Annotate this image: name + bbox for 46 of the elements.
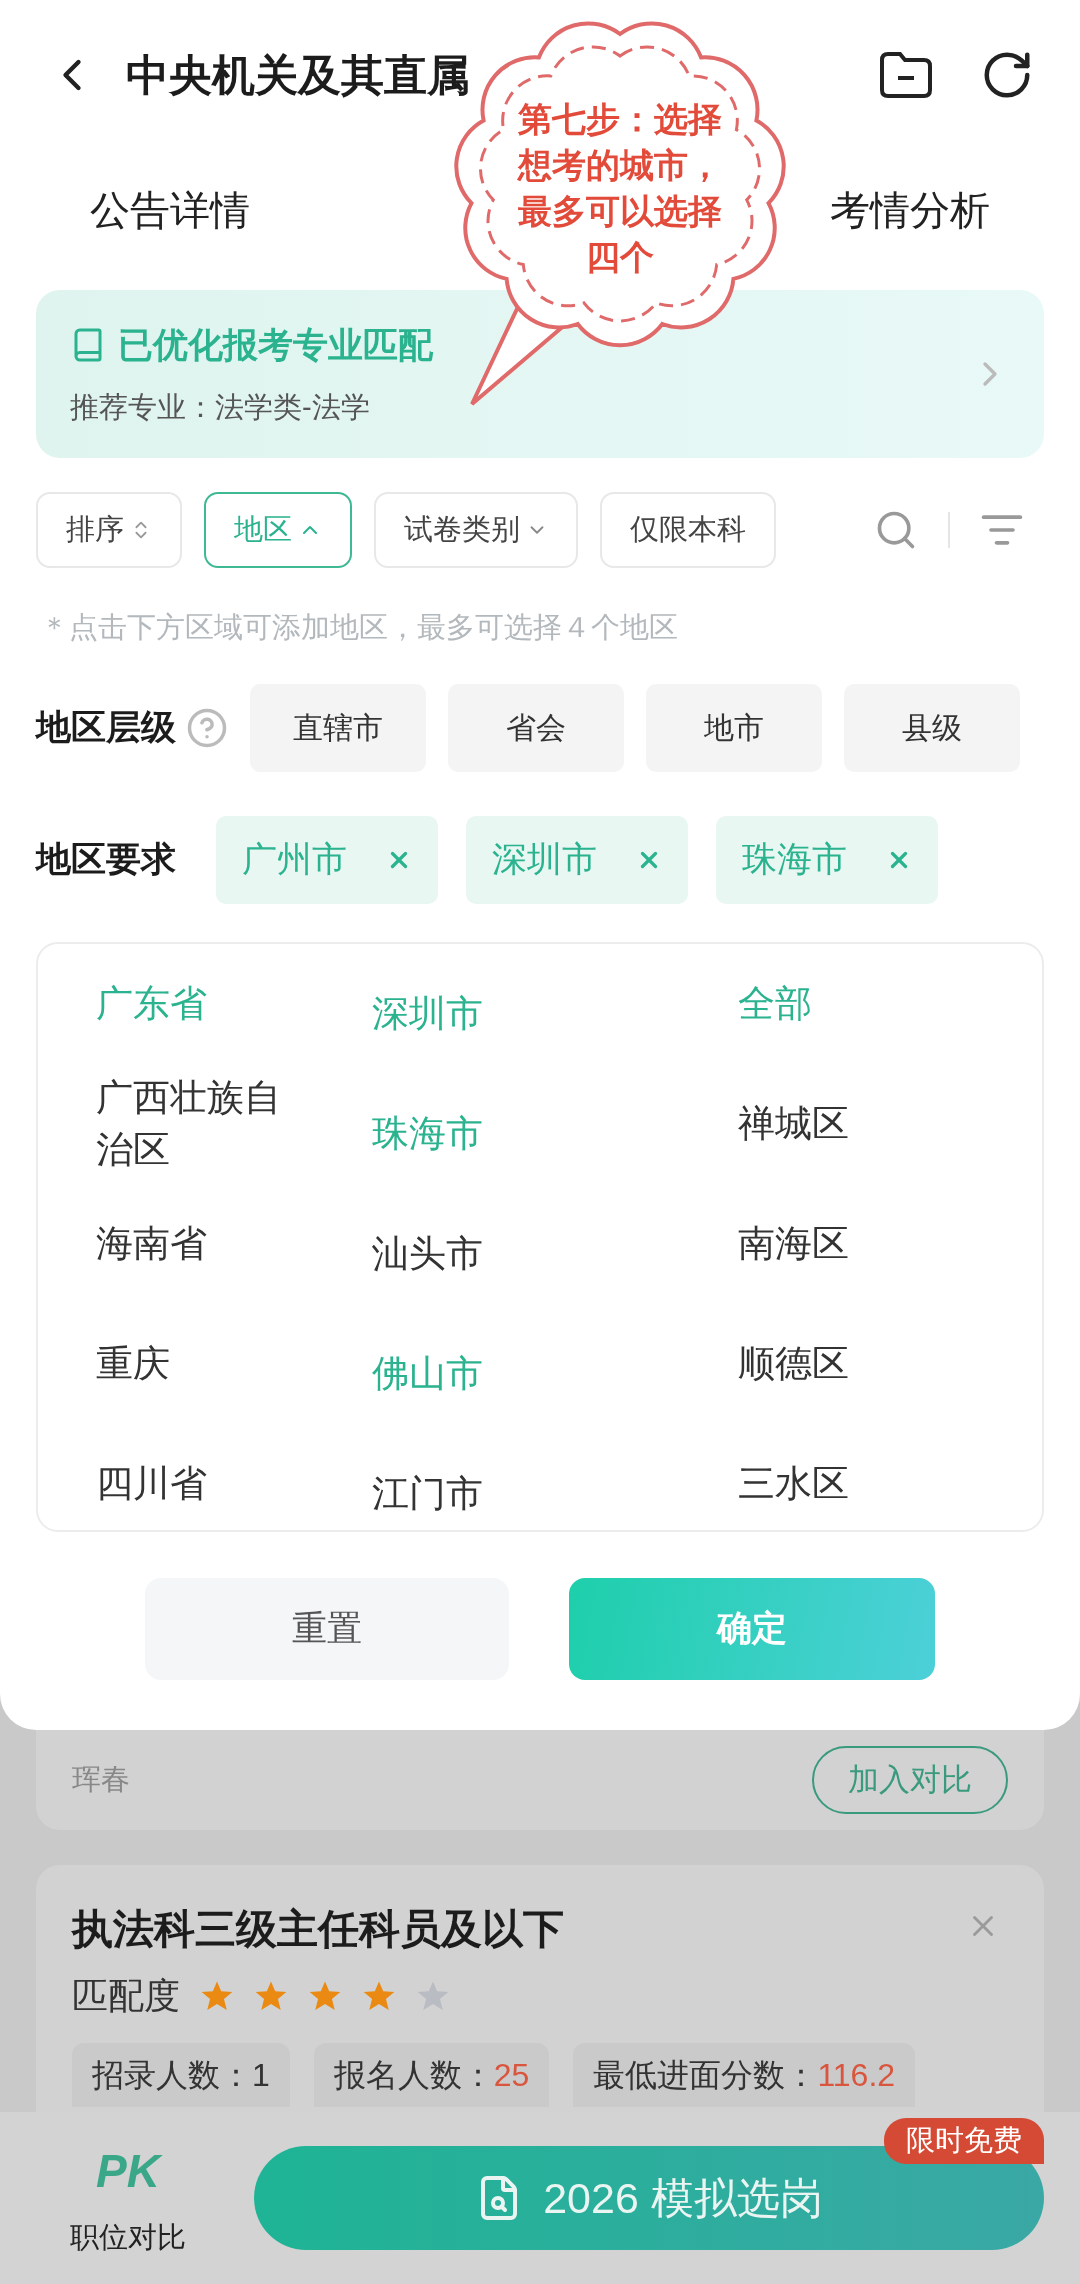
region-option[interactable]: 汕头市 bbox=[372, 1227, 572, 1280]
region-option[interactable]: 四川省 bbox=[96, 1457, 296, 1510]
region-option[interactable]: 海南省 bbox=[96, 1217, 296, 1270]
compare-label[interactable]: 职位对比 bbox=[70, 2215, 186, 2260]
level-option[interactable]: 县级 bbox=[844, 683, 1020, 772]
filter-chip[interactable]: 排序 bbox=[36, 492, 182, 568]
region-option[interactable]: 重庆 bbox=[96, 1337, 296, 1390]
hint-text: ＊点击下方区域可添加地区，最多可选择４个地区 bbox=[40, 610, 679, 645]
star-icon bbox=[362, 1980, 396, 2012]
match-label: 匹配度 bbox=[72, 1974, 180, 2018]
region-option[interactable]: 南海区 bbox=[738, 1217, 938, 1270]
tab[interactable]: 公告详情 bbox=[90, 180, 250, 240]
location-text: 珲春 bbox=[72, 1762, 130, 1798]
level-option[interactable]: 地市 bbox=[646, 683, 822, 772]
row-label: 地区层级 bbox=[36, 706, 176, 749]
region-option[interactable]: 三水区 bbox=[738, 1457, 938, 1510]
region-option[interactable]: 江门市 bbox=[372, 1467, 572, 1520]
banner-subtitle: 推荐专业：法学类-法学 bbox=[70, 389, 371, 425]
region-option[interactable]: 广西壮族自治区 bbox=[96, 1071, 296, 1176]
level-option[interactable]: 省会 bbox=[448, 683, 624, 772]
stat-text: 最低进面分数：116.2 bbox=[593, 2056, 896, 2095]
tab[interactable]: 考情分析 bbox=[830, 180, 990, 240]
star-icon bbox=[200, 1980, 234, 2012]
region-option[interactable]: 禅城区 bbox=[738, 1097, 938, 1150]
free-badge: 限时免费 bbox=[884, 2118, 1044, 2164]
star-icon bbox=[308, 1980, 342, 2012]
level-option[interactable]: 直辖市 bbox=[250, 683, 426, 772]
chip-label: 珠海市 bbox=[742, 838, 847, 881]
folder-icon[interactable] bbox=[878, 50, 934, 100]
star-icon bbox=[254, 1980, 288, 2012]
chip-label: 深圳市 bbox=[492, 838, 597, 881]
filter-chip[interactable]: 试卷类别 bbox=[374, 492, 578, 568]
callout-text: 第七步：选择想考的城市，最多可以选择四个 bbox=[516, 99, 723, 278]
row-label: 地区要求 bbox=[36, 838, 176, 881]
page-title: 中央机关及其直属 bbox=[126, 49, 470, 101]
filter-chip[interactable]: 仅限本科 bbox=[600, 492, 776, 568]
banner-title: 已优化报考专业匹配 bbox=[118, 324, 433, 366]
chip-label: 广州市 bbox=[242, 838, 347, 881]
stat-text: 招录人数：1 bbox=[92, 2056, 270, 2095]
stat-text: 报名人数：25 bbox=[333, 2056, 530, 2095]
region-option[interactable]: 顺德区 bbox=[738, 1337, 938, 1390]
job-title: 执法科三级主任科员及以下 bbox=[72, 1905, 564, 1954]
help-icon[interactable] bbox=[186, 706, 228, 749]
star-icon bbox=[416, 1980, 450, 2012]
recommendation-banner[interactable]: 已优化报考专业匹配 推荐专业：法学类-法学 bbox=[36, 290, 1044, 458]
reset-button[interactable]: 重置 bbox=[145, 1577, 509, 1680]
